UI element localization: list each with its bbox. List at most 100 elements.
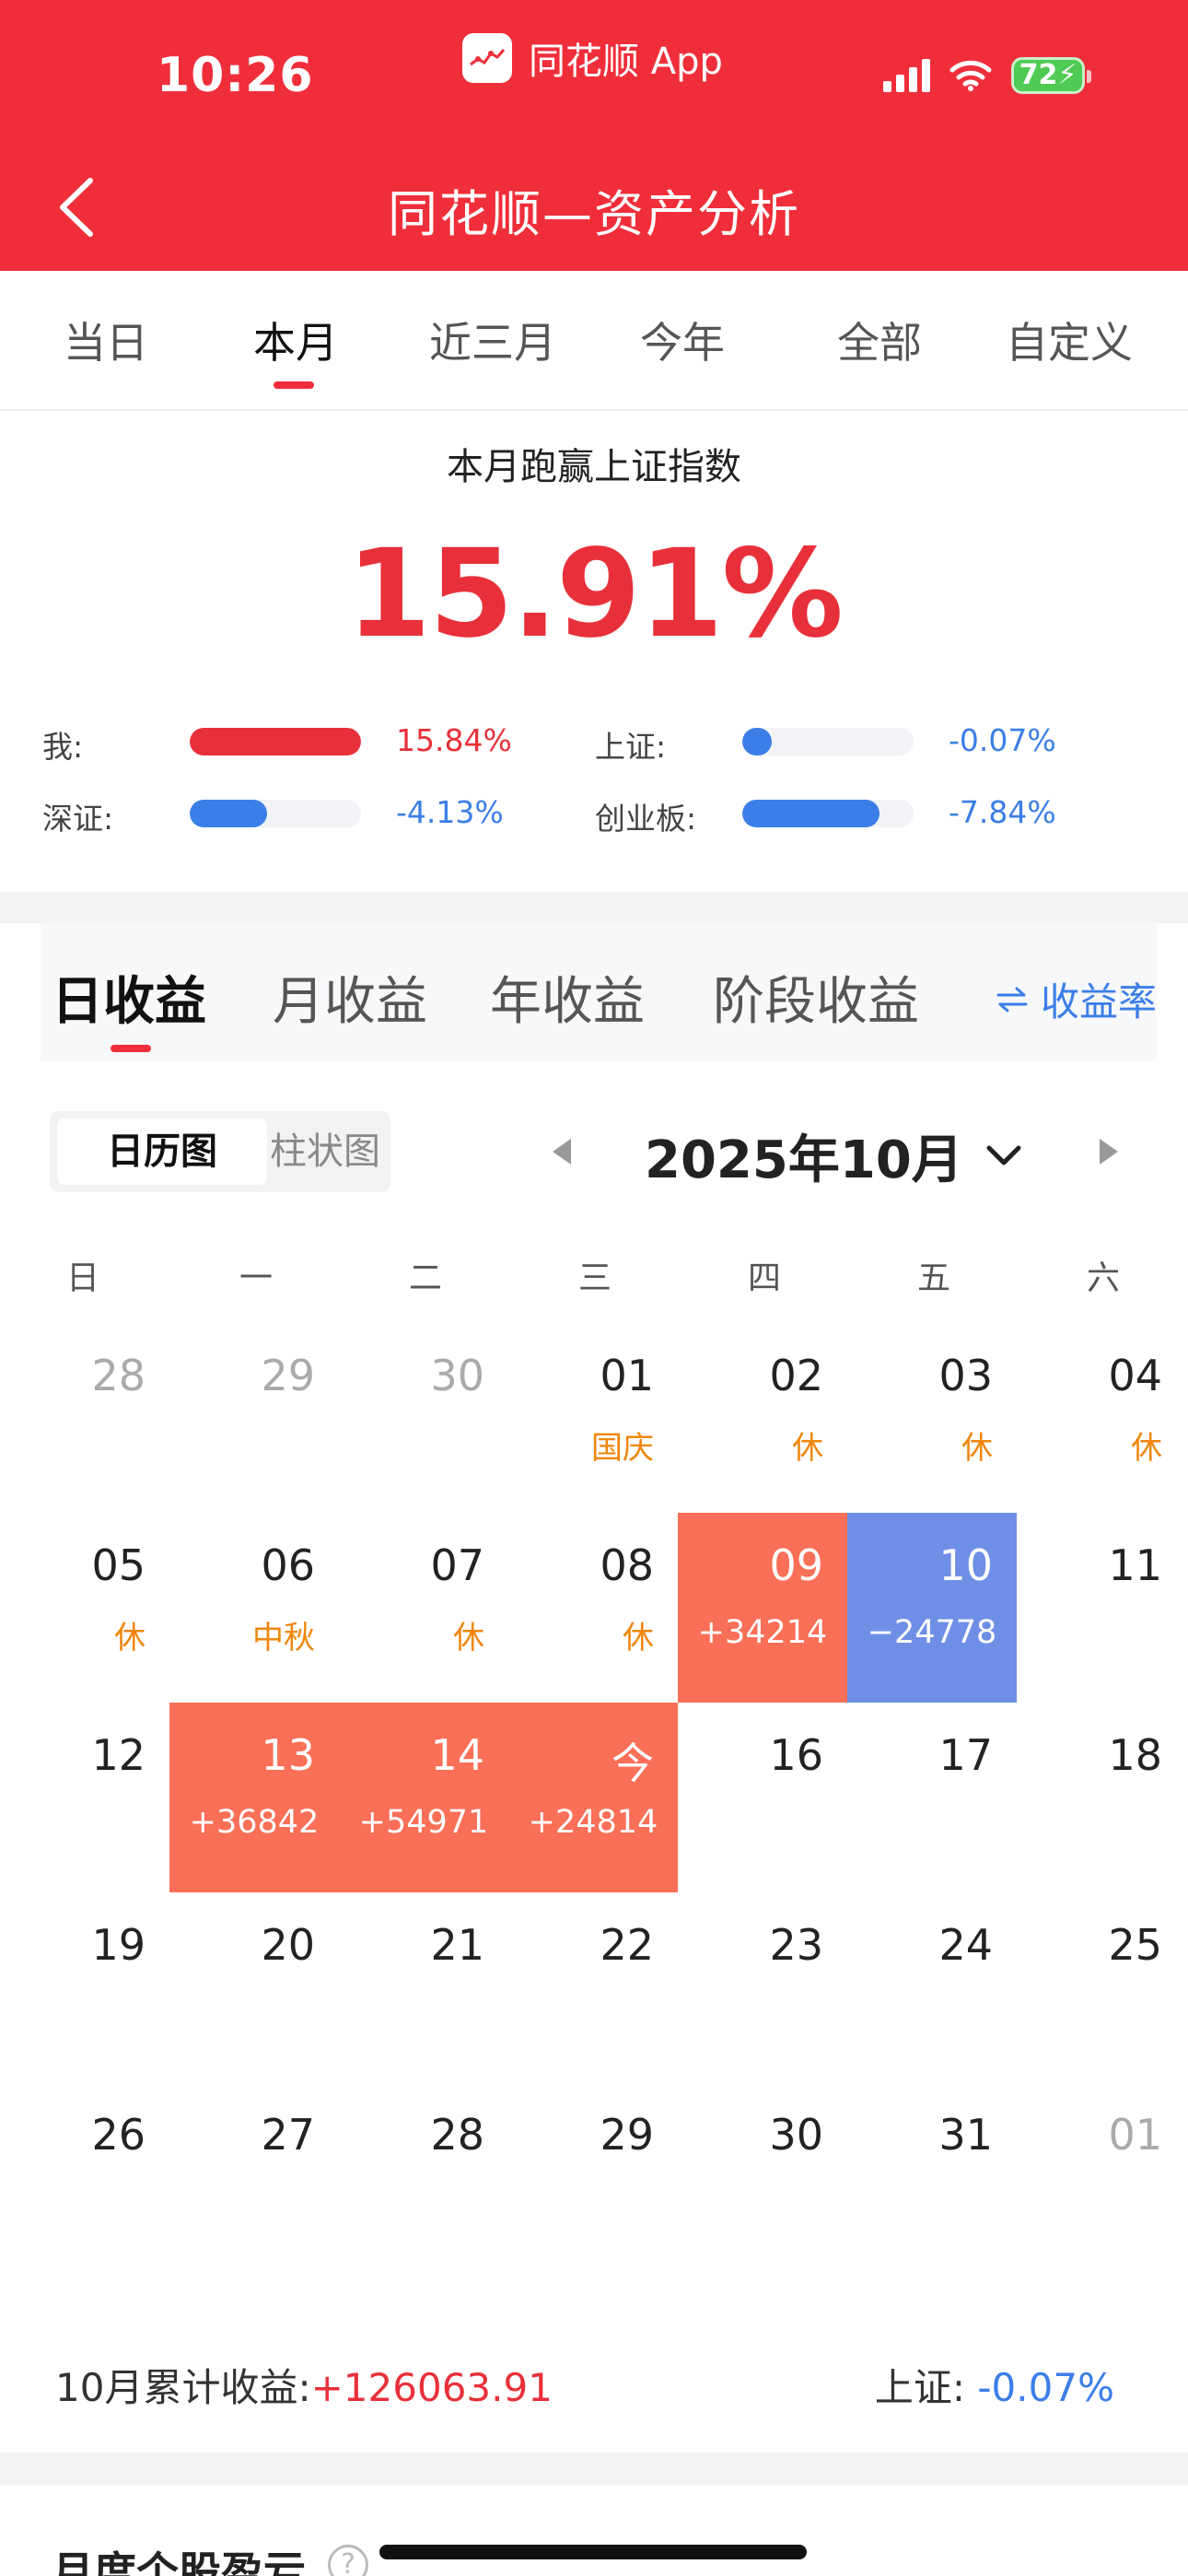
day-number: 04 bbox=[1108, 1351, 1162, 1400]
summary-title: 本月跑赢上证指数 bbox=[447, 446, 741, 488]
calendar-day[interactable]: 03 休 bbox=[847, 1323, 1017, 1513]
monthly-stock-pnl-section: 月度个股盈亏 ? bbox=[0, 2486, 1188, 2576]
calendar-day[interactable]: 27 bbox=[169, 2082, 339, 2272]
range-tab[interactable]: 当日 bbox=[7, 310, 204, 370]
day-number: 29 bbox=[261, 1351, 315, 1400]
range-tab[interactable]: 近三月 bbox=[394, 310, 591, 370]
prev-month-icon[interactable] bbox=[549, 1137, 575, 1166]
rate-toggle-button[interactable]: 收益率 bbox=[996, 971, 1157, 1027]
active-tab-indicator bbox=[111, 1045, 151, 1052]
bar-view-button[interactable]: 柱状图 bbox=[267, 1118, 383, 1185]
calendar-day[interactable]: 21 bbox=[339, 1892, 508, 2082]
day-number: 26 bbox=[91, 2110, 146, 2160]
app-name: 同花顺 App bbox=[529, 41, 723, 83]
help-icon[interactable]: ? bbox=[328, 2545, 368, 2576]
earnings-tab[interactable]: 月收益 bbox=[273, 960, 427, 1035]
weekday-label: 五 bbox=[916, 1259, 950, 1297]
next-month-icon[interactable] bbox=[1096, 1137, 1122, 1166]
calendar-day[interactable]: 02 休 bbox=[678, 1323, 847, 1513]
range-tab[interactable]: 全部 bbox=[781, 310, 978, 370]
daily-pnl: +54971 bbox=[358, 1804, 489, 1841]
calendar-day[interactable]: 16 bbox=[678, 1703, 847, 1892]
calendar-view-button[interactable]: 日历图 bbox=[57, 1118, 267, 1185]
earnings-tab[interactable]: 日收益 bbox=[52, 960, 206, 1035]
battery-icon: 72⚡ bbox=[1011, 57, 1091, 94]
day-number: 01 bbox=[1108, 2110, 1162, 2160]
comparison-bar bbox=[190, 728, 361, 755]
range-tab-label: 近三月 bbox=[429, 318, 556, 368]
calendar-day[interactable]: 12 bbox=[0, 1703, 169, 1892]
comparison-value: -4.13% bbox=[396, 794, 504, 830]
range-tab-label: 本月 bbox=[253, 318, 338, 368]
calendar-day[interactable]: 25 bbox=[1017, 1892, 1186, 2082]
day-number: 12 bbox=[91, 1730, 146, 1780]
calendar-day[interactable]: 30 bbox=[678, 2082, 847, 2272]
calendar-day[interactable]: 01 国庆 bbox=[508, 1323, 678, 1513]
calendar-day[interactable]: 09 +34214 bbox=[678, 1513, 847, 1703]
active-tab-indicator bbox=[274, 381, 314, 389]
calendar-day[interactable]: 10 −24778 bbox=[847, 1513, 1017, 1703]
index-label: 上证: bbox=[874, 2365, 966, 2410]
outperform-summary: 本月跑赢上证指数 15.91% 我: 15.84% 上证: -0.07% 深证: -4.1… bbox=[0, 411, 1188, 892]
calendar-day[interactable]: 29 bbox=[169, 1323, 339, 1513]
comparison-bar bbox=[742, 728, 914, 755]
calendar-day[interactable]: 07 休 bbox=[339, 1513, 508, 1703]
holiday-note: 休 bbox=[792, 1430, 823, 1467]
comparison-bar-fill bbox=[190, 800, 267, 827]
earnings-tab[interactable]: 阶段收益 bbox=[713, 960, 919, 1035]
comparison-label: 深证: bbox=[42, 801, 114, 837]
calendar-day[interactable]: 08 休 bbox=[508, 1513, 678, 1703]
day-number: 31 bbox=[938, 2110, 993, 2160]
calendar-day[interactable]: 01 bbox=[1017, 2082, 1186, 2272]
home-indicator bbox=[379, 2545, 807, 2559]
day-number: 05 bbox=[91, 1540, 146, 1590]
calendar-day[interactable]: 19 bbox=[0, 1892, 169, 2082]
range-tab-label: 全部 bbox=[837, 318, 922, 368]
calendar-day[interactable]: 04 休 bbox=[1017, 1323, 1186, 1513]
range-tab[interactable]: 自定义 bbox=[971, 310, 1168, 370]
cellular-signal-icon bbox=[883, 59, 930, 92]
calendar-day[interactable]: 26 bbox=[0, 2082, 169, 2272]
index-value: -0.07% bbox=[977, 2365, 1114, 2410]
month-selector[interactable]: 2025年10月 bbox=[645, 1118, 1022, 1193]
comparison-label: 上证: bbox=[595, 729, 667, 765]
calendar-day[interactable]: 24 bbox=[847, 1892, 1017, 2082]
holiday-note: 休 bbox=[623, 1620, 654, 1657]
calendar-day[interactable]: 05 休 bbox=[0, 1513, 169, 1703]
day-number: 03 bbox=[938, 1351, 993, 1400]
swap-icon bbox=[996, 987, 1028, 1012]
calendar-day[interactable]: 28 bbox=[0, 1323, 169, 1513]
holiday-note: 休 bbox=[453, 1620, 484, 1657]
calendar-day[interactable]: 11 bbox=[1017, 1513, 1186, 1703]
calendar-day[interactable]: 14 +54971 bbox=[339, 1703, 508, 1892]
calendar-day[interactable]: 22 bbox=[508, 1892, 678, 2082]
calendar-day[interactable]: 23 bbox=[678, 1892, 847, 2082]
range-tab-label: 自定义 bbox=[1006, 318, 1133, 368]
calendar-day[interactable]: 06 中秋 bbox=[169, 1513, 339, 1703]
range-tab[interactable]: 本月 bbox=[197, 310, 394, 389]
day-number: 今 bbox=[611, 1739, 654, 1788]
calendar-day[interactable]: 28 bbox=[339, 2082, 508, 2272]
calendar-day[interactable]: 31 bbox=[847, 2082, 1017, 2272]
calendar-day[interactable]: 20 bbox=[169, 1892, 339, 2082]
calendar-day[interactable]: 30 bbox=[339, 1323, 508, 1513]
battery-level: 72 bbox=[1019, 59, 1058, 91]
day-number: 29 bbox=[600, 2110, 654, 2160]
day-number: 01 bbox=[600, 1351, 654, 1400]
day-number: 28 bbox=[430, 2110, 484, 2160]
range-tab-label: 当日 bbox=[64, 318, 148, 368]
day-number: 23 bbox=[769, 1920, 823, 1970]
calendar-day[interactable]: 18 bbox=[1017, 1703, 1186, 1892]
comparison-bar bbox=[190, 800, 361, 827]
calendar-day[interactable]: 17 bbox=[847, 1703, 1017, 1892]
view-switch: 日历图 柱状图 bbox=[50, 1111, 390, 1192]
range-tab[interactable]: 今年 bbox=[584, 310, 781, 370]
calendar-day[interactable]: 13 +36842 bbox=[169, 1703, 339, 1892]
day-number: 07 bbox=[430, 1540, 484, 1590]
calendar-day[interactable]: 今 +24814 bbox=[508, 1703, 678, 1892]
app-chip[interactable]: 同花顺 App bbox=[462, 31, 723, 85]
calendar-day[interactable]: 29 bbox=[508, 2082, 678, 2272]
page-title: 同花顺—资产分析 bbox=[388, 185, 800, 243]
day-number: 02 bbox=[769, 1351, 823, 1400]
earnings-tab[interactable]: 年收益 bbox=[490, 960, 645, 1035]
